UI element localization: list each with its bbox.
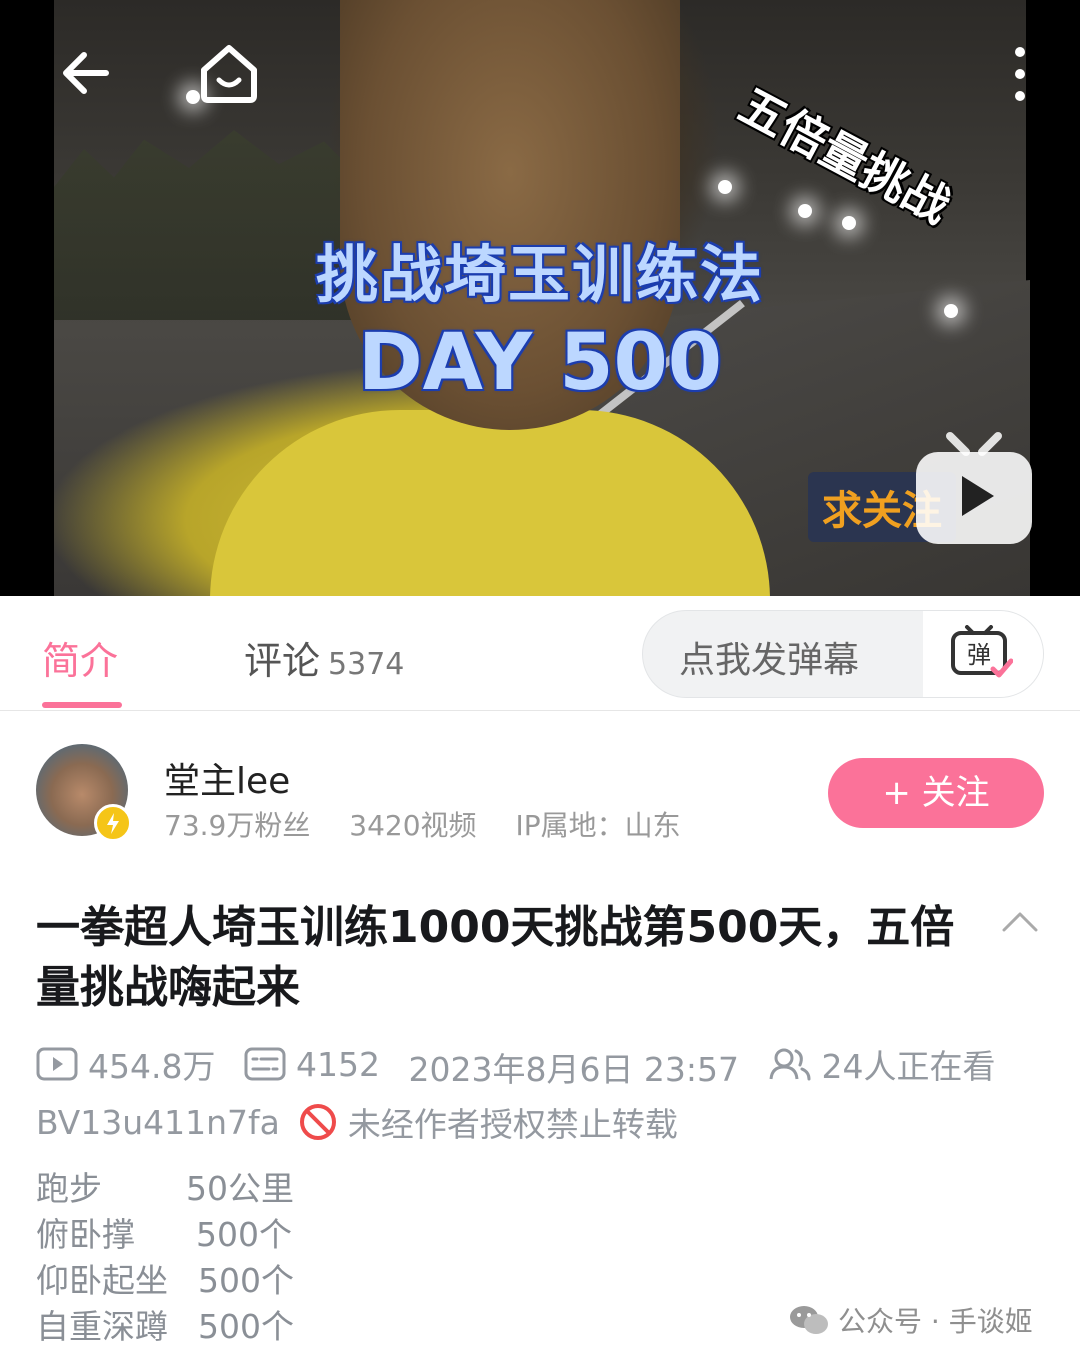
description-amount: 500个 (196, 1215, 292, 1254)
video-overlay-day: DAY 500 (357, 318, 723, 408)
uploader-stats: 73.9万粉丝 3420视频 IP属地：山东 (164, 804, 711, 844)
danmaku-icon: 弹 (951, 625, 1013, 678)
play-count-icon (36, 1047, 78, 1081)
play-count-value: 454.8万 (88, 1047, 216, 1086)
tab-bar: 简介 评论 5374 点我发弹幕 弹 (0, 596, 1080, 711)
play-button-icon[interactable] (912, 430, 1036, 548)
video-player[interactable]: 挑战埼玉训练法 DAY 500 五倍量挑战 求关注 (0, 0, 1080, 596)
description-amount: 50公里 (186, 1169, 294, 1208)
danmaku-count: 4152 (244, 1045, 380, 1084)
description-line: 跑步 50公里 (36, 1166, 294, 1212)
video-title: 一拳超人埼玉训练1000天挑战第500天，五倍量挑战嗨起来 (36, 902, 955, 1013)
watermark: 公众号 · 手谈姬 (788, 1300, 1033, 1340)
watching-now: 24人正在看 (768, 1040, 996, 1088)
tab-comments[interactable]: 评论 5374 (244, 630, 404, 685)
description-line: 俯卧撑 500个 (36, 1212, 294, 1258)
verified-lightning-icon (94, 804, 132, 842)
video-description: 跑步 50公里 俯卧撑 500个 仰卧起坐 500个 自重深蹲 500个 (36, 1166, 294, 1350)
home-icon[interactable] (196, 40, 262, 106)
play-count: 454.8万 (36, 1040, 215, 1088)
bvid: BV13u411n7fa (36, 1102, 280, 1142)
description-item: 自重深蹲 (36, 1307, 168, 1346)
video-overlay-title: 挑战埼玉训练法 (315, 238, 764, 311)
active-tab-indicator (42, 702, 122, 708)
forbidden-icon (299, 1104, 336, 1140)
description-amount: 500个 (198, 1307, 294, 1346)
watching-now-value: 24人正在看 (821, 1047, 996, 1086)
uploader-video-count: 3420视频 (349, 809, 477, 842)
description-item: 跑步 (36, 1169, 102, 1208)
copyright-notice: 未经作者授权禁止转载 (347, 1105, 678, 1144)
danmaku-input[interactable]: 点我发弹幕 (679, 631, 859, 683)
danmaku-count-value: 4152 (295, 1044, 380, 1084)
danmaku-toggle-button[interactable]: 弹 (923, 611, 1043, 697)
tab-intro[interactable]: 简介 (42, 630, 118, 685)
tab-comments-count: 5374 (328, 647, 405, 682)
follow-button[interactable]: + 关注 (828, 758, 1044, 828)
uploader-ip-location: IP属地：山东 (515, 809, 681, 842)
danmaku-input-box[interactable]: 点我发弹幕 弹 (642, 610, 1044, 698)
description-line: 自重深蹲 500个 (36, 1304, 294, 1350)
people-icon (769, 1048, 811, 1081)
streetlight (718, 180, 732, 194)
uploader-name[interactable]: 堂主lee (164, 752, 290, 804)
description-item: 仰卧起坐 (36, 1261, 168, 1300)
more-options-icon[interactable] (1008, 44, 1032, 104)
video-meta-row: 454.8万 4152 2023年8月6日 23:57 24人正在看 (36, 1040, 1014, 1089)
description-amount: 500个 (198, 1261, 294, 1300)
chevron-up-icon[interactable] (1000, 906, 1040, 936)
danmaku-count-icon (244, 1047, 286, 1081)
video-meta-row-2: BV13u411n7fa 未经作者授权禁止转载 (36, 1098, 678, 1146)
back-arrow-icon[interactable] (58, 45, 114, 101)
description-line: 仰卧起坐 500个 (36, 1258, 294, 1304)
tab-comments-label: 评论 (244, 639, 321, 683)
watermark-text: 公众号 · 手谈姬 (838, 1305, 1033, 1338)
uploader-fans: 73.9万粉丝 (164, 809, 311, 842)
description-item: 俯卧撑 (36, 1215, 135, 1254)
publish-time: 2023年8月6日 23:57 (408, 1050, 740, 1089)
streetlight (798, 204, 812, 218)
svg-text:弹: 弹 (967, 641, 991, 669)
wechat-icon (790, 1306, 828, 1334)
